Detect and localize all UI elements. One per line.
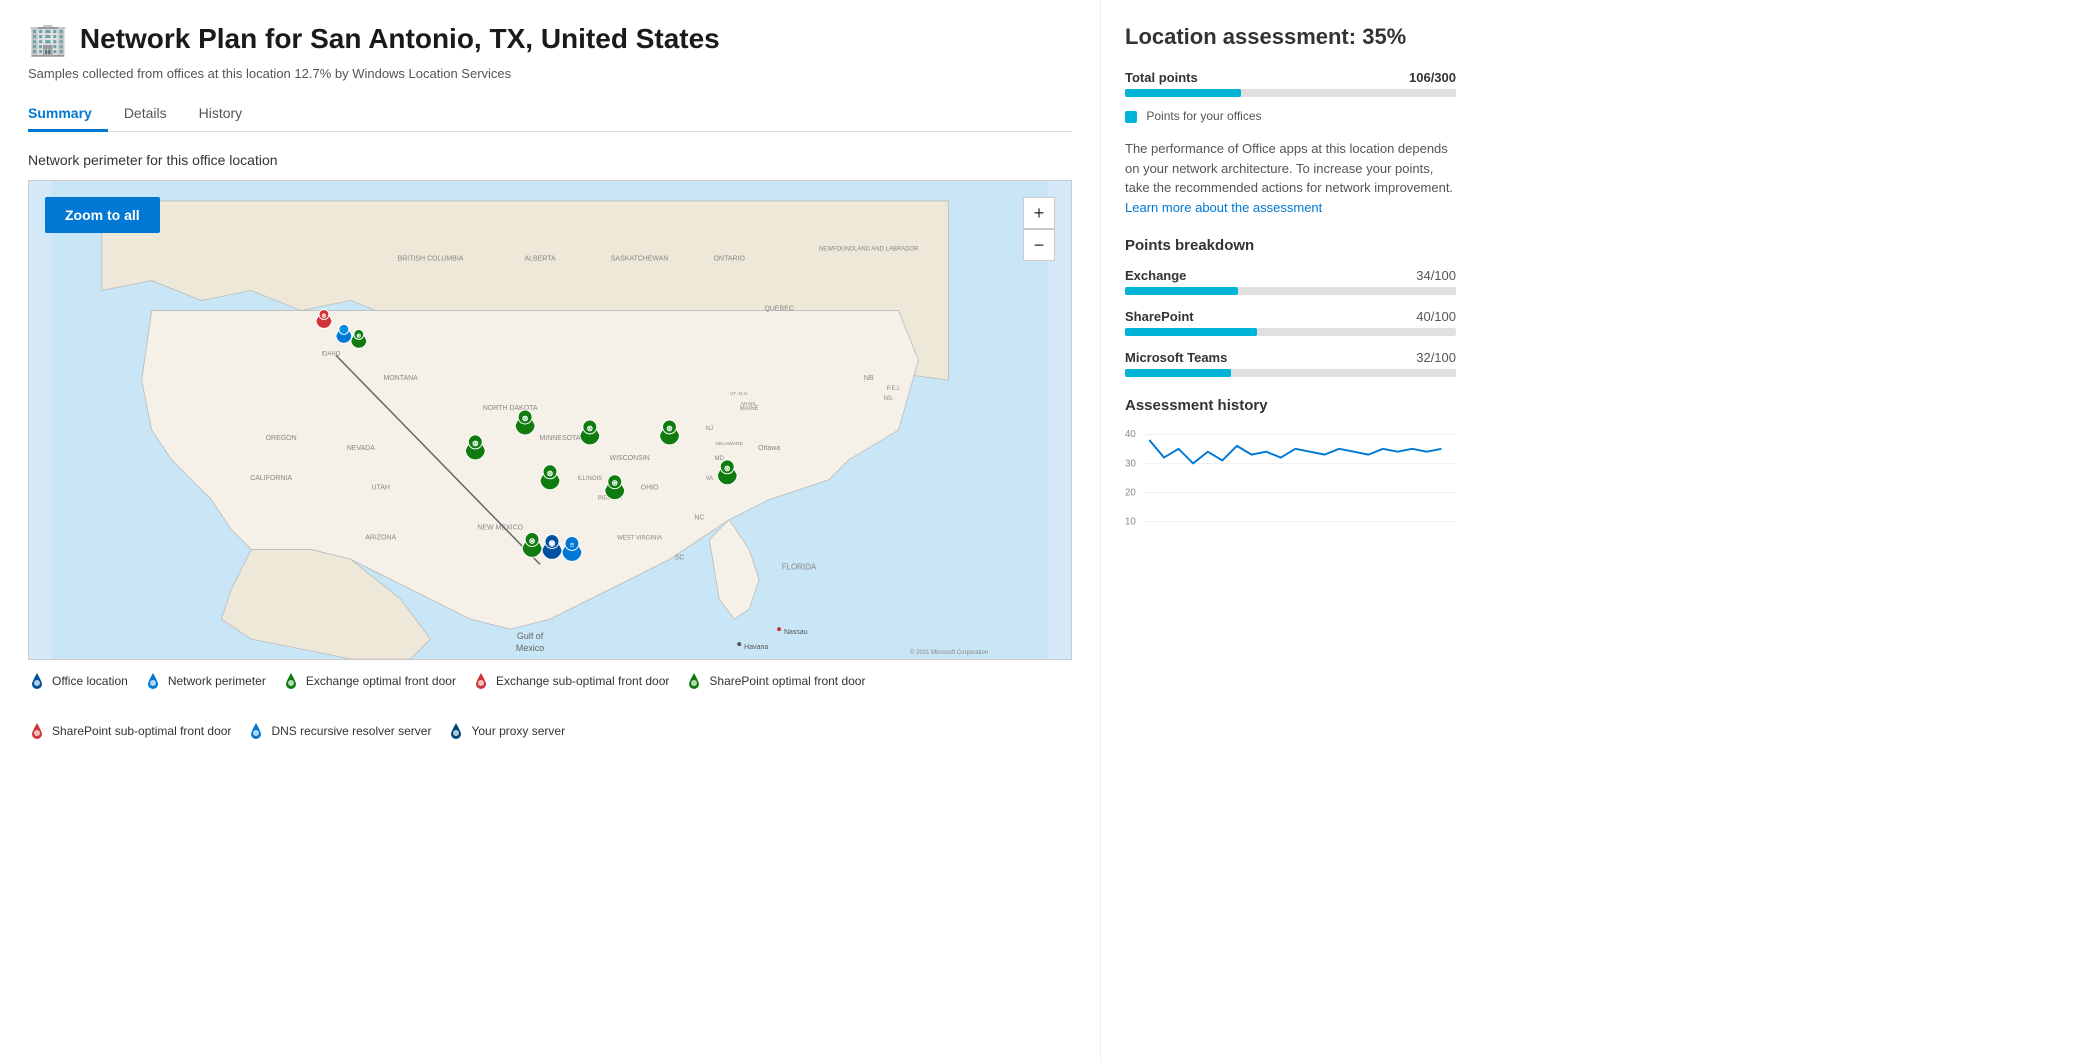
svg-text:NC: NC — [694, 515, 704, 522]
svg-text:SASKATCHEWAN: SASKATCHEWAN — [611, 256, 669, 263]
legend-proxy-server: Your proxy server — [447, 722, 565, 740]
svg-text:⊛: ⊛ — [529, 536, 536, 545]
svg-text:⊛: ⊛ — [356, 333, 361, 339]
svg-text:SC: SC — [675, 554, 685, 561]
tab-bar: Summary Details History — [28, 97, 1072, 132]
svg-text:UTAH: UTAH — [371, 485, 389, 492]
svg-text:ARIZONA: ARIZONA — [365, 535, 396, 542]
breakdown-sharepoint: SharePoint 40/100 — [1125, 309, 1456, 336]
teams-bar — [1125, 369, 1456, 377]
svg-text:ALBERTA: ALBERTA — [524, 256, 555, 263]
svg-text:≡: ≡ — [570, 540, 575, 549]
svg-text:VT. N.H.: VT. N.H. — [730, 391, 749, 397]
svg-text:⊗: ⊗ — [321, 313, 326, 319]
svg-text:30: 30 — [1125, 458, 1136, 469]
history-chart: 40 30 20 10 — [1125, 428, 1456, 528]
legend-exchange-suboptimal: Exchange sub-optimal front door — [472, 672, 669, 690]
svg-text:⊛: ⊛ — [472, 439, 479, 448]
svg-text:CALIFORNIA: CALIFORNIA — [250, 475, 292, 482]
zoom-all-button[interactable]: Zoom to all — [45, 197, 160, 233]
svg-text:⊛: ⊛ — [666, 424, 673, 433]
map-legend: Office location Network perimeter Exchan… — [28, 672, 1072, 740]
tab-history[interactable]: History — [183, 97, 259, 132]
svg-text:ONTARIO: ONTARIO — [714, 256, 746, 263]
svg-text:DELAWARE: DELAWARE — [715, 441, 743, 447]
page-title: Network Plan for San Antonio, TX, United… — [80, 23, 720, 55]
legend-sharepoint-optimal: SharePoint optimal front door — [685, 672, 865, 690]
svg-text:BRITISH COLUMBIA: BRITISH COLUMBIA — [398, 256, 464, 263]
svg-text:NEWFOUNDLAND AND LABRADOR: NEWFOUNDLAND AND LABRADOR — [819, 247, 919, 253]
teams-fill — [1125, 369, 1231, 377]
legend-network-perimeter: Network perimeter — [144, 672, 266, 690]
svg-text:MASS.: MASS. — [741, 401, 756, 407]
svg-text:Ottawa: Ottawa — [758, 445, 780, 452]
map-section-title: Network perimeter for this office locati… — [28, 152, 1072, 168]
svg-text:⊛: ⊛ — [522, 414, 529, 423]
svg-text:MINNESOTA: MINNESOTA — [539, 435, 580, 442]
svg-text:NORTH DAKOTA: NORTH DAKOTA — [483, 405, 538, 412]
tab-summary[interactable]: Summary — [28, 97, 108, 132]
zoom-in-button[interactable]: + — [1023, 197, 1055, 229]
svg-text:10: 10 — [1125, 517, 1136, 528]
svg-text:Gulf of: Gulf of — [517, 631, 544, 641]
svg-text:Havana: Havana — [744, 644, 768, 651]
svg-text:OHIO: OHIO — [641, 485, 659, 492]
svg-text:© 2021 Microsoft Corporation: © 2021 Microsoft Corporation — [910, 649, 988, 656]
svg-text:MONTANA: MONTANA — [383, 375, 418, 382]
svg-text:QUEBEC: QUEBEC — [764, 305, 793, 312]
svg-text:OREGON: OREGON — [266, 435, 297, 442]
history-title: Assessment history — [1125, 397, 1456, 414]
breakdown-teams: Microsoft Teams 32/100 — [1125, 350, 1456, 377]
total-points-bar — [1125, 89, 1456, 97]
learn-more-link[interactable]: Learn more about the assessment — [1125, 200, 1322, 215]
breakdown-exchange: Exchange 34/100 — [1125, 268, 1456, 295]
svg-text:Mexico: Mexico — [516, 643, 544, 653]
right-panel: Location assessment: 35% Total points 10… — [1100, 0, 1480, 1062]
legend-office-location: Office location — [28, 672, 128, 690]
svg-text:Nassau: Nassau — [784, 629, 808, 636]
page-header: 🏢 Network Plan for San Antonio, TX, Unit… — [28, 20, 1072, 58]
svg-text:⊛: ⊛ — [724, 464, 731, 473]
svg-text:◉: ◉ — [549, 538, 556, 547]
assessment-description: The performance of Office apps at this l… — [1125, 139, 1456, 217]
svg-text:⊛: ⊛ — [547, 469, 554, 478]
exchange-fill — [1125, 287, 1238, 295]
total-points-fill — [1125, 89, 1241, 97]
svg-text:NS.: NS. — [884, 396, 894, 402]
svg-text:WEST VIRGINIA: WEST VIRGINIA — [617, 536, 662, 542]
total-points-label: Total points 106/300 — [1125, 70, 1456, 85]
breakdown-title: Points breakdown — [1125, 237, 1456, 254]
assessment-title: Location assessment: 35% — [1125, 24, 1456, 50]
zoom-out-button[interactable]: − — [1023, 229, 1055, 261]
points-legend: Points for your offices — [1125, 109, 1456, 123]
svg-text:NB: NB — [864, 375, 874, 382]
legend-dns-resolver: DNS recursive resolver server — [247, 722, 431, 740]
building-icon: 🏢 — [28, 20, 68, 58]
subtitle: Samples collected from offices at this l… — [28, 66, 1072, 81]
legend-exchange-optimal: Exchange optimal front door — [282, 672, 456, 690]
svg-text:WISCONSIN: WISCONSIN — [610, 455, 650, 462]
svg-text:🌐: 🌐 — [340, 325, 349, 334]
map-container: Zoom to all + − — [28, 180, 1072, 660]
tab-details[interactable]: Details — [108, 97, 183, 132]
sharepoint-bar — [1125, 328, 1456, 336]
sharepoint-fill — [1125, 328, 1257, 336]
svg-text:NEW MEXICO: NEW MEXICO — [477, 525, 523, 532]
svg-text:20: 20 — [1125, 488, 1136, 499]
exchange-bar — [1125, 287, 1456, 295]
svg-text:P.E.I.: P.E.I. — [887, 386, 901, 392]
svg-text:VA: VA — [706, 476, 714, 482]
svg-text:FLORIDA: FLORIDA — [782, 562, 817, 571]
svg-text:NEVADA: NEVADA — [347, 445, 375, 452]
legend-sharepoint-suboptimal: SharePoint sub-optimal front door — [28, 722, 231, 740]
svg-text:⊛: ⊛ — [586, 424, 593, 433]
svg-text:40: 40 — [1125, 429, 1136, 440]
map-controls: + − — [1023, 197, 1055, 261]
svg-text:NJ: NJ — [706, 426, 713, 432]
svg-text:ILLINOIS: ILLINOIS — [578, 476, 603, 482]
svg-text:⊛: ⊛ — [611, 479, 618, 488]
